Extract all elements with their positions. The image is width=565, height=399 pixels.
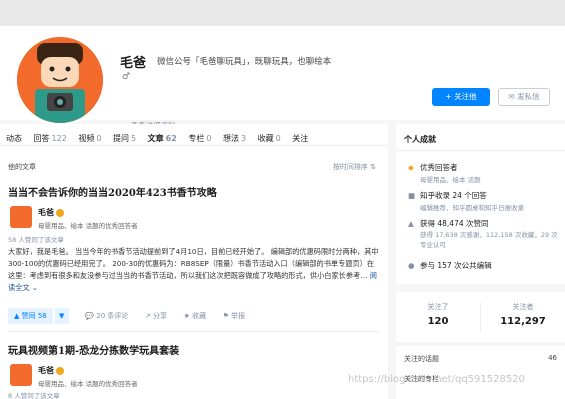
- watermark: https://blog.csdn.net/qq591528520: [348, 374, 525, 385]
- tab-label: 视频: [78, 134, 95, 143]
- divider: [8, 331, 380, 332]
- sort-icon: ⇅: [370, 163, 376, 171]
- article-excerpt[interactable]: 大家好，我是毛爸。 当当今年的书香节活动提前到了4月10日，目前已经开始了。 编…: [8, 246, 380, 294]
- tab-count: 0: [275, 134, 281, 143]
- tab-collections[interactable]: 收藏 0: [258, 133, 281, 144]
- author-avatar[interactable]: [10, 364, 32, 386]
- badge-icon: [56, 208, 64, 217]
- tab-label: 回答: [33, 134, 50, 143]
- tab-label: 关注: [292, 134, 309, 143]
- followed-topics-link[interactable]: 关注的话题 46: [404, 354, 557, 364]
- achievement-sub: 母婴用品、绘本 话题: [420, 176, 481, 184]
- tab-thoughts[interactable]: 想法 3: [223, 133, 246, 144]
- achievement-edits: ● 参与 157 次公共编辑: [408, 260, 492, 271]
- following-count: 120: [427, 316, 449, 327]
- achievement-sub: 编辑推荐、知乎圆桌和知乎日报收录: [420, 204, 524, 212]
- badge-icon: ◆: [408, 163, 414, 172]
- author-description: 母婴用品、绘本 话题的优秀回答者: [38, 222, 138, 230]
- achievements-title: 个人成就: [404, 135, 436, 144]
- follow-stats-card: 关注了 120 关注者 112,297: [396, 292, 565, 342]
- favorite-button[interactable]: ★ 收藏: [184, 311, 207, 321]
- tab-count: 5: [131, 134, 137, 143]
- main-content: 动态 回答 122 视频 0 提问 5 文章 62 专栏 0 想法 3 收藏 0 关注 他的文…: [0, 124, 388, 399]
- topic-count: 46: [548, 354, 557, 362]
- author-name[interactable]: 毛爸: [38, 207, 64, 218]
- tab-label: 收藏: [257, 134, 274, 143]
- section-title: 他的文章: [8, 163, 36, 171]
- topics-card: 关注的话题 46 关注的专栏: [396, 346, 565, 399]
- following-stat[interactable]: 关注了 120: [396, 302, 480, 327]
- badge-icon: [56, 366, 64, 375]
- tab-articles[interactable]: 文章 62: [148, 133, 177, 144]
- avatar[interactable]: [14, 34, 106, 126]
- article-title[interactable]: 玩具视频第1期-恐龙分拣数学玩具套装: [8, 342, 179, 357]
- achievement-excellent-answerer: ◆ 优秀回答者: [408, 162, 458, 173]
- tab-label: 文章: [147, 134, 164, 143]
- achievement-label: 参与 157 次公共编辑: [420, 261, 492, 270]
- profile-name: 毛爸: [120, 56, 147, 71]
- tab-answers[interactable]: 回答 122: [34, 133, 67, 144]
- report-button[interactable]: ⚑ 举报: [223, 311, 246, 321]
- message-label: 发私信: [517, 92, 540, 101]
- tab-count: 62: [165, 134, 177, 143]
- message-icon: ✉: [508, 92, 518, 101]
- author-avatar[interactable]: [10, 206, 32, 228]
- tab-label: 想法: [222, 134, 239, 143]
- article-title[interactable]: 当当不会告诉你的当当2020年423书香节攻略: [8, 184, 217, 199]
- followers-label: 关注者: [512, 303, 534, 311]
- upvote-icon: ▲: [408, 219, 414, 228]
- edit-icon: ●: [408, 261, 415, 270]
- achievement-sub: 获得 17,638 次感谢，112,158 次收藏，29 次专业认可: [420, 231, 558, 249]
- following-label: 关注了: [427, 303, 449, 311]
- tab-activity[interactable]: 动态: [6, 133, 22, 144]
- upvote-button[interactable]: ▲ 赞同 58: [8, 308, 53, 324]
- tab-count: 0: [206, 134, 212, 143]
- plus-icon: +: [445, 92, 455, 101]
- followers-stat[interactable]: 关注者 112,297: [481, 302, 565, 327]
- cover-banner: [0, 0, 565, 26]
- tab-columns[interactable]: 专栏 0: [188, 133, 211, 144]
- author-name[interactable]: 毛爸: [38, 365, 64, 376]
- sort-label: 按时间排序: [332, 163, 368, 171]
- tab-videos[interactable]: 视频 0: [78, 133, 101, 144]
- tab-following[interactable]: 关注: [292, 133, 308, 144]
- follow-button[interactable]: + 关注他: [432, 88, 490, 106]
- achievement-collected: ■ 知乎收录 24 个回答: [408, 190, 487, 201]
- achievement-label: 优秀回答者: [420, 163, 458, 172]
- author-name-label: 毛爸: [38, 366, 54, 375]
- share-button[interactable]: ↗ 分享: [145, 311, 167, 321]
- tab-label: 动态: [6, 134, 22, 143]
- achievement-upvotes: ▲ 获得 48,474 次赞同: [408, 218, 489, 229]
- message-button[interactable]: ✉ 发私信: [498, 88, 550, 106]
- votes-summary: 58 人赞同了该文章: [8, 236, 64, 244]
- topic-label: 关注的话题: [404, 355, 439, 363]
- followers-count: 112,297: [500, 316, 546, 327]
- comment-button[interactable]: 💬 20 条评论: [85, 311, 128, 321]
- tab-count: 122: [51, 134, 67, 143]
- gender-icon: ♂: [122, 72, 131, 82]
- article-actions: ▲ 赞同 58 ▼ 💬 20 条评论 ↗ 分享 ★ 收藏 ⚑ 举报: [8, 308, 245, 326]
- author-name-label: 毛爸: [38, 208, 54, 217]
- tab-count: 3: [240, 134, 247, 143]
- achievement-label: 知乎收录 24 个回答: [420, 191, 487, 200]
- profile-tabs: 动态 回答 122 视频 0 提问 5 文章 62 专栏 0 想法 3 收藏 0 关注: [0, 124, 388, 146]
- author-description: 母婴用品、绘本 话题的优秀回答者: [38, 380, 138, 388]
- votes-summary: 8 人赞同了该文章: [8, 392, 60, 399]
- achievements-card: 个人成就 ◆ 优秀回答者 母婴用品、绘本 话题 ■ 知乎收录 24 个回答 编辑推荐…: [396, 124, 565, 284]
- divider: [396, 150, 565, 151]
- tab-label: 专栏: [188, 134, 205, 143]
- tab-label: 提问: [113, 134, 130, 143]
- achievement-label: 获得 48,474 次赞同: [420, 219, 489, 228]
- sort-dropdown[interactable]: 按时间排序 ⇅: [333, 162, 376, 172]
- collection-icon: ■: [408, 191, 416, 200]
- excerpt-text: 大家好，我是毛爸。 当当今年的书香节活动提前到了4月10日，目前已经开始了。 编…: [8, 247, 379, 280]
- profile-headline: 微信公号「毛爸聊玩具」，既聊玩具，也聊绘本: [157, 57, 332, 67]
- downvote-button[interactable]: ▼: [54, 308, 69, 324]
- tab-count: 0: [96, 134, 102, 143]
- avatar-image: [17, 37, 103, 123]
- tab-questions[interactable]: 提问 5: [113, 133, 136, 144]
- follow-label: 关注他: [454, 92, 477, 101]
